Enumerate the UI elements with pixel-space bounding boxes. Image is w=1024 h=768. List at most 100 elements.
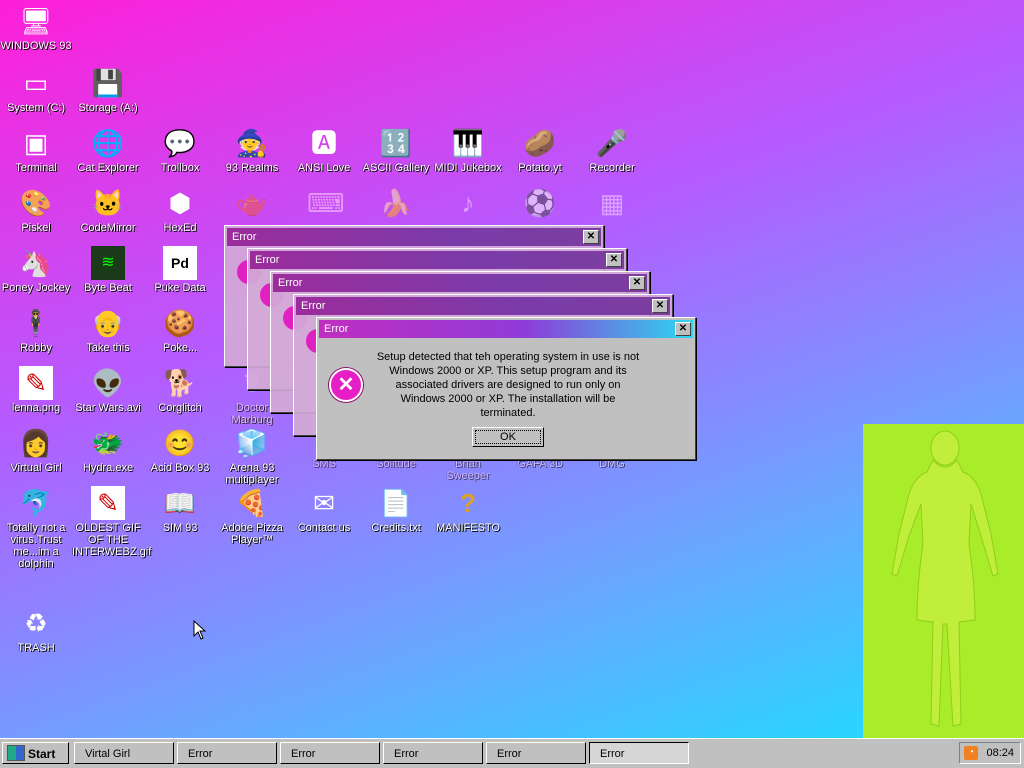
pizza-icon: 🍕 (235, 488, 269, 518)
clock: 08:24 (986, 747, 1014, 759)
teapot-icon: 🫖 (235, 188, 269, 218)
window-title-bar[interactable]: Error ✕ (273, 274, 647, 292)
taskbar-item-virtual-girl[interactable]: Virtal Girl (74, 742, 174, 764)
desktop-icon-robby[interactable]: 🕴 Robby (0, 306, 72, 354)
desktop-icon-potato[interactable]: 🥔 Potato.yt (504, 126, 576, 174)
close-icon[interactable]: ✕ (606, 253, 622, 267)
desktop-icon-codemirror[interactable]: 🐱 CodeMirror (72, 186, 144, 234)
desktop-icon-midi-jukebox[interactable]: 🎹 MIDI Jukebox (432, 126, 504, 174)
desktop-icon-ascii-gallery[interactable]: 🔢 ASCII Gallery (360, 126, 432, 174)
question-icon: ? (460, 488, 476, 518)
window-title-bar[interactable]: Error ✕ (227, 228, 601, 246)
window-title: Error (255, 254, 280, 266)
desktop-icon-oldest-gif[interactable]: ✎ OLDEST GIF OF THE INTERWEBZ.gif (72, 486, 151, 558)
robby-icon: 🕴 (19, 308, 53, 338)
desktop-icon-contact-us[interactable]: ✉ Contact us (288, 486, 360, 534)
desktop: 🖥 WINDOWS 93 ▭ System (C:) 💾 Storage (A:… (0, 0, 1024, 738)
taskbar-item-error[interactable]: Error (280, 742, 380, 764)
desktop-icon-sim-93[interactable]: 📖 SIM 93 (144, 486, 216, 534)
window-title-bar[interactable]: Error ✕ (250, 251, 624, 269)
desktop-icon-acid-box[interactable]: 😊 Acid Box 93 (144, 426, 216, 474)
desktop-icon-take-this[interactable]: 👴 Take this (72, 306, 144, 354)
taskbar-item-error-active[interactable]: Error (589, 742, 689, 764)
error-dialog[interactable]: Error ✕ ✕ Setup detected that teh operat… (316, 317, 696, 460)
banana-icon: 🍌 (379, 188, 413, 218)
desktop-icon-arena-93[interactable]: 🧊 Arena 93 multiplayer (216, 426, 288, 486)
mouse-cursor-icon (193, 620, 207, 640)
desktop-icon-credits[interactable]: 📄 Credits.txt (360, 486, 432, 534)
desktop-icon-storage-a[interactable]: 💾 Storage (A:) (72, 66, 144, 114)
hydra-icon: 🐲 (91, 428, 125, 458)
hexed-icon: ⬢ (168, 188, 192, 218)
window-title: Error (232, 231, 257, 243)
chat-bubble-icon: 💬 (163, 128, 197, 158)
desktop-icon-maze[interactable]: ▦ (576, 186, 648, 222)
taskbar-item-error[interactable]: Error (486, 742, 586, 764)
desktop-icon-hexed[interactable]: ⬢ HexEd (144, 186, 216, 234)
windows-logo-icon (7, 745, 25, 761)
desktop-icon-lenna[interactable]: ✎ lenna.png (0, 366, 72, 414)
floppy-icon: 💾 (91, 68, 125, 98)
desktop-icon-cat-explorer[interactable]: 🌐 Cat Explorer (72, 126, 144, 174)
window-title-bar[interactable]: Error ✕ (296, 297, 670, 315)
start-label: Start (28, 747, 56, 761)
error-message: Setup detected that teh operating system… (376, 351, 640, 419)
rss-icon[interactable]: ◔ (964, 746, 978, 760)
virtual-girl-icon: 👩 (19, 428, 53, 458)
drive-icon: ▭ (23, 68, 49, 98)
ok-button[interactable]: OK (472, 427, 544, 447)
desktop-icon-banana[interactable]: 🍌 (360, 186, 432, 222)
taskbar-item-error[interactable]: Error (177, 742, 277, 764)
desktop-icon-windows93[interactable]: 🖥 WINDOWS 93 (0, 4, 72, 52)
smiley-icon: 😊 (163, 428, 197, 458)
microphone-icon: 🎤 (595, 128, 629, 158)
desktop-icon-teapot[interactable]: 🫖 (216, 186, 288, 222)
corgi-icon: 🐕 (163, 368, 197, 398)
desktop-icon-ansi-love[interactable]: 🅰 ANSI Love (288, 126, 360, 174)
dialog-body: ✕ Setup detected that teh operating syst… (317, 340, 695, 458)
desktop-icon-trash[interactable]: ♻ TRASH (0, 606, 72, 654)
recycle-bin-icon: ♻ (24, 608, 48, 638)
audio-file-icon: ♪ (461, 188, 475, 218)
dialog-title-bar[interactable]: Error ✕ (319, 320, 693, 338)
cat-explorer-icon: 🌐 (91, 128, 125, 158)
sim-icon: 📖 (163, 488, 197, 518)
close-icon[interactable]: ✕ (629, 276, 645, 290)
virtual-girl-window[interactable] (863, 424, 1024, 738)
desktop-icon-poney-jockey[interactable]: 🦄 Poney Jockey (0, 246, 72, 294)
close-icon[interactable]: ✕ (652, 299, 668, 313)
desktop-icon-audio[interactable]: ♪ (432, 186, 504, 222)
desktop-icon-star-wars[interactable]: 👽 Star Wars.avi (72, 366, 144, 414)
desktop-icon-recorder[interactable]: 🎤 Recorder (576, 126, 648, 174)
start-button[interactable]: Start (2, 742, 69, 764)
desktop-icon-puke-data[interactable]: Pd Puke Data (144, 246, 216, 294)
desktop-icon-ball[interactable]: ⚽ (504, 186, 576, 222)
desktop-icon-piskel[interactable]: 🎨 Piskel (0, 186, 72, 234)
gif-file-icon: ✎ (91, 486, 125, 520)
desktop-icon-dolphin[interactable]: 🐬 Totally not a virus.Trust me...im a do… (0, 486, 72, 570)
desktop-icon-hydra[interactable]: 🐲 Hydra.exe (72, 426, 144, 474)
desktop-icon-system-c[interactable]: ▭ System (C:) (0, 66, 72, 114)
desktop-icon-corglitch[interactable]: 🐕 Corglitch (144, 366, 216, 414)
pd-icon: Pd (163, 246, 197, 280)
desktop-icon-terminal[interactable]: ▣ Terminal (0, 126, 72, 174)
desktop-icon-virtual-girl[interactable]: 👩 Virtual Girl (0, 426, 72, 474)
close-icon[interactable]: ✕ (583, 230, 599, 244)
realms-icon: 🧙 (235, 128, 269, 158)
desktop-icon-pizza-player[interactable]: 🍕 Adobe Pizza Player™ (216, 486, 288, 546)
text-file-icon: 📄 (379, 488, 413, 518)
desktop-icon-manifesto[interactable]: ? MANIFESTO (432, 486, 504, 534)
ball-icon: ⚽ (523, 188, 557, 218)
virtual-girl-figure (891, 430, 999, 727)
taskbar-item-error[interactable]: Error (383, 742, 483, 764)
desktop-icon-93-realms[interactable]: 🧙 93 Realms (216, 126, 288, 174)
desktop-icon-byte-beat[interactable]: ≋ Byte Beat (72, 246, 144, 294)
desktop-icon-calc[interactable]: ⌨ (288, 186, 360, 222)
ascii-icon: 🔢 (379, 128, 413, 158)
piano-icon: 🎹 (451, 128, 485, 158)
close-icon[interactable]: ✕ (675, 322, 691, 336)
desktop-icon-trollbox[interactable]: 💬 Trollbox (144, 126, 216, 174)
desktop-icon-poke[interactable]: 🍪 Poke... (144, 306, 216, 354)
taskbar: Start Virtal Girl Error Error Error Erro… (0, 738, 1024, 768)
potato-icon: 🥔 (523, 128, 557, 158)
